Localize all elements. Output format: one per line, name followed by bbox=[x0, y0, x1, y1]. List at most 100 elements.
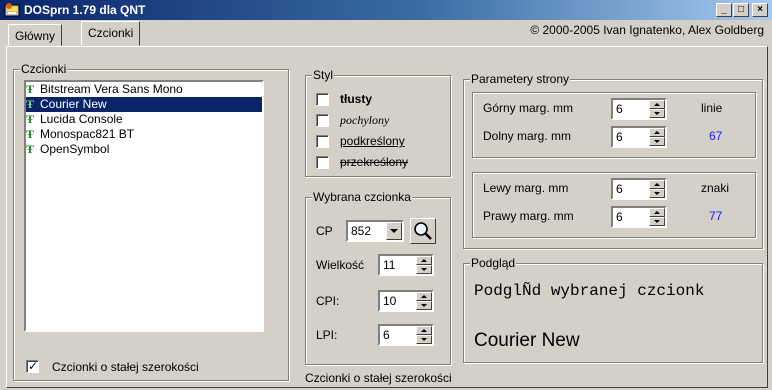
spin-up-button[interactable] bbox=[416, 326, 432, 335]
spin-up-button[interactable] bbox=[649, 180, 665, 189]
left-margin-value: 6 bbox=[616, 182, 623, 196]
arrow-down-icon bbox=[654, 192, 660, 195]
left-margin-spin-buttons[interactable] bbox=[649, 180, 665, 198]
right-margin-label: Prawy marg. mm bbox=[483, 209, 574, 223]
spin-down-button[interactable] bbox=[649, 189, 665, 198]
font-list-item[interactable]: Ŧ Bitstream Vera Sans Mono bbox=[26, 82, 262, 97]
vertical-margins-box: Górny marg. mm 6 linie Dolny marg. mm 6 … bbox=[472, 92, 756, 158]
magnifier-icon bbox=[414, 222, 432, 240]
lines-label: linie bbox=[701, 101, 723, 115]
spin-down-button[interactable] bbox=[649, 109, 665, 118]
arrow-down-icon bbox=[654, 220, 660, 223]
bottom-margin-spin-buttons[interactable] bbox=[649, 128, 665, 146]
arrow-up-icon bbox=[421, 259, 427, 262]
truetype-icon: Ŧ bbox=[26, 112, 35, 126]
fixed-width-checkbox[interactable]: ✓ bbox=[26, 359, 39, 373]
spin-down-button[interactable] bbox=[416, 265, 432, 274]
strikeout-label: przekreślony bbox=[340, 155, 409, 169]
cpi-spinner[interactable]: 10 bbox=[378, 290, 434, 312]
maximize-button[interactable]: □ bbox=[733, 3, 749, 17]
lpi-label: LPI: bbox=[316, 328, 338, 342]
font-list-item[interactable]: Ŧ Lucida Console bbox=[26, 112, 262, 127]
size-spinner[interactable]: 11 bbox=[378, 254, 434, 276]
strikeout-checkbox[interactable] bbox=[316, 156, 329, 169]
bold-checkbox[interactable] bbox=[316, 93, 329, 106]
search-font-button[interactable] bbox=[410, 218, 436, 244]
truetype-icon: Ŧ bbox=[26, 127, 35, 141]
lpi-spinner[interactable]: 6 bbox=[378, 324, 434, 346]
spin-up-button[interactable] bbox=[649, 100, 665, 109]
right-margin-spinner[interactable]: 6 bbox=[611, 206, 667, 228]
spin-up-button[interactable] bbox=[416, 256, 432, 265]
left-margin-label: Lewy marg. mm bbox=[483, 181, 569, 195]
underline-label: podkreślony bbox=[340, 134, 405, 148]
chars-value: 77 bbox=[709, 209, 723, 223]
spin-down-button[interactable] bbox=[649, 137, 665, 146]
spin-down-button[interactable] bbox=[416, 301, 432, 310]
style-group-title: Styl bbox=[312, 68, 335, 82]
arrow-down-icon bbox=[421, 268, 427, 271]
lpi-spin-buttons[interactable] bbox=[416, 326, 432, 344]
cp-dropdown-button[interactable] bbox=[386, 222, 402, 240]
page-params-title: Parametery strony bbox=[470, 72, 571, 86]
underline-checkbox[interactable] bbox=[316, 135, 329, 148]
selected-font-group: Wybrana czcionka CP 852 Wielkość 11 CPI:… bbox=[305, 190, 451, 365]
arrow-up-icon bbox=[421, 295, 427, 298]
arrow-up-icon bbox=[654, 183, 660, 186]
preview-title: Podgląd bbox=[470, 256, 517, 270]
bottom-margin-label: Dolny marg. mm bbox=[483, 129, 572, 143]
arrow-up-icon bbox=[654, 103, 660, 106]
bold-label: tłusty bbox=[340, 92, 373, 106]
tab-strip: Główny Czcionki © 2000-2005 Ivan Ignaten… bbox=[0, 20, 772, 48]
minimize-button[interactable]: _ bbox=[716, 3, 732, 17]
style-group: Styl tłusty pochylony podkreślony przekr… bbox=[305, 68, 451, 177]
spin-up-button[interactable] bbox=[416, 292, 432, 301]
arrow-down-icon bbox=[654, 140, 660, 143]
lines-value: 67 bbox=[709, 129, 723, 143]
cpi-spin-buttons[interactable] bbox=[416, 292, 432, 310]
top-margin-spin-buttons[interactable] bbox=[649, 100, 665, 118]
fonts-group: Czcionki Ŧ Bitstream Vera Sans Mono Ŧ Cour… bbox=[13, 62, 289, 381]
spin-up-button[interactable] bbox=[649, 128, 665, 137]
chars-label: znaki bbox=[701, 181, 730, 195]
cp-select[interactable]: 852 bbox=[346, 220, 404, 242]
copyright-text: © 2000-2005 Ivan Ignatenko, Alex Goldber… bbox=[530, 23, 764, 37]
spin-up-button[interactable] bbox=[649, 208, 665, 217]
right-margin-value: 6 bbox=[616, 210, 623, 224]
right-margin-spin-buttons[interactable] bbox=[649, 208, 665, 226]
page-params-group: Parametery strony Górny marg. mm 6 linie… bbox=[463, 72, 763, 249]
arrow-down-icon bbox=[654, 112, 660, 115]
top-margin-spinner[interactable]: 6 bbox=[611, 98, 667, 120]
font-listbox[interactable]: Ŧ Bitstream Vera Sans Mono Ŧ Courier New Ŧ… bbox=[24, 80, 264, 332]
close-button[interactable]: × bbox=[752, 3, 768, 17]
title-bar: DOSprn 1.79 dla QNT _ □ × bbox=[0, 0, 772, 20]
font-list-item-selected[interactable]: Ŧ Courier New bbox=[26, 97, 262, 112]
size-label: Wielkość bbox=[316, 258, 365, 272]
size-spin-buttons[interactable] bbox=[416, 256, 432, 274]
chevron-down-icon bbox=[390, 229, 398, 233]
bottom-margin-spinner[interactable]: 6 bbox=[611, 126, 667, 148]
tab-czcionki[interactable]: Czcionki bbox=[81, 21, 141, 46]
status-text: Czcionki o stałej szerokości bbox=[305, 371, 452, 385]
spin-down-button[interactable] bbox=[416, 335, 432, 344]
cp-label: CP bbox=[316, 224, 333, 238]
tab-czcionki-label: Czcionki bbox=[88, 26, 134, 40]
cpi-value: 10 bbox=[383, 294, 397, 308]
cp-value: 852 bbox=[351, 224, 372, 238]
italic-checkbox[interactable] bbox=[316, 114, 329, 127]
bottom-margin-value: 6 bbox=[616, 130, 623, 144]
fixed-width-label: Czcionki o stałej szerokości bbox=[52, 360, 199, 374]
fonts-group-title: Czcionki bbox=[20, 62, 68, 76]
truetype-icon: Ŧ bbox=[26, 97, 35, 111]
preview-group: Podgląd PodglÑd wybranej czcionk Courier… bbox=[463, 256, 763, 363]
tab-glowny[interactable]: Główny bbox=[8, 24, 63, 46]
font-list-item[interactable]: Ŧ Monospac821 BT bbox=[26, 127, 262, 142]
arrow-up-icon bbox=[421, 329, 427, 332]
app-icon bbox=[4, 3, 20, 17]
truetype-icon: Ŧ bbox=[26, 142, 35, 156]
spin-down-button[interactable] bbox=[649, 217, 665, 226]
left-margin-spinner[interactable]: 6 bbox=[611, 178, 667, 200]
font-list-item[interactable]: Ŧ OpenSymbol bbox=[26, 142, 262, 157]
selected-font-group-title: Wybrana czcionka bbox=[312, 190, 412, 204]
top-margin-label: Górny marg. mm bbox=[483, 101, 574, 115]
